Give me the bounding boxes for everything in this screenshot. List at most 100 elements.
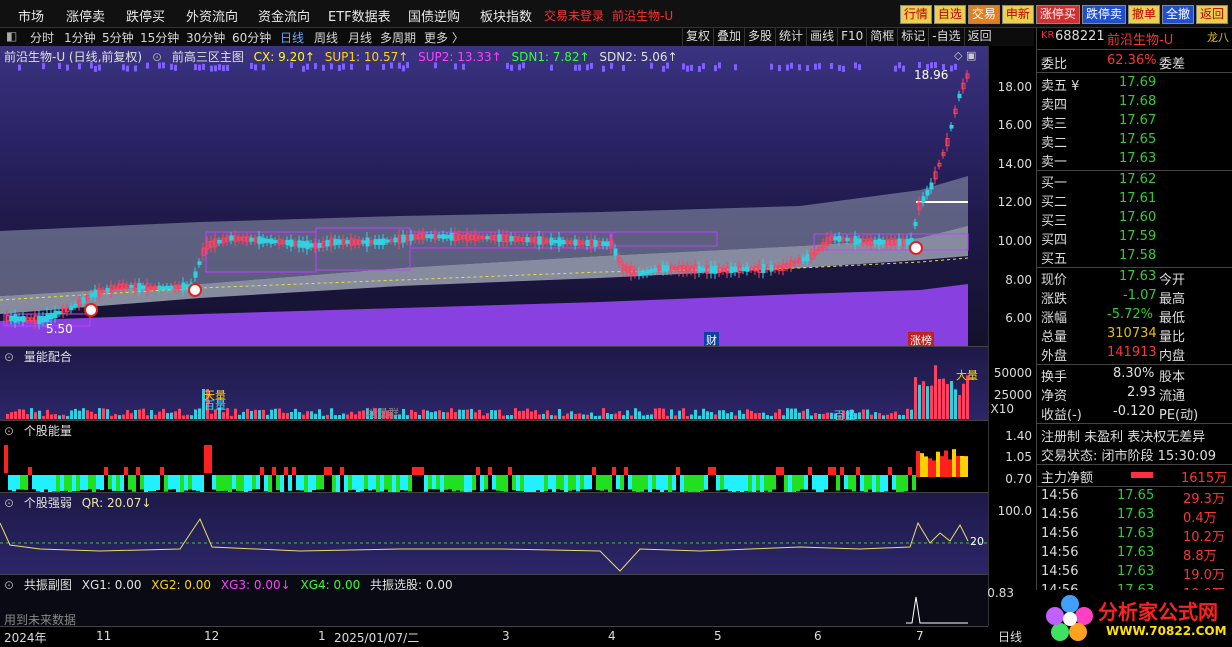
menu-market[interactable]: 市场	[18, 6, 44, 25]
volume-bar	[114, 414, 117, 419]
weicha-label: 委差	[1159, 57, 1186, 72]
menu-capital-flow[interactable]: 资金流向	[258, 6, 310, 25]
tool-adjust[interactable]: 复权	[682, 28, 713, 46]
energy-bar	[644, 475, 648, 490]
volume-bar	[478, 409, 481, 419]
volume-mark-bailiang-2: 百量	[834, 409, 856, 420]
indicator-toggle-icon[interactable]: ⊙	[152, 50, 162, 64]
energy-toggle-icon[interactable]: ⊙	[4, 424, 14, 438]
bid3-price[interactable]: 17.60	[1119, 210, 1156, 225]
btn-limit-down-sell[interactable]: 跌停卖	[1081, 5, 1126, 24]
ask1-price[interactable]: 17.63	[1119, 151, 1156, 166]
stat-price-label: 现价	[1041, 273, 1068, 288]
period-label[interactable]: 日线	[998, 628, 1022, 645]
strip-mark	[174, 64, 177, 71]
tool-remove-watch[interactable]: -自选	[928, 28, 963, 46]
menu-repo[interactable]: 国债逆购	[408, 6, 460, 25]
menu-etf-table[interactable]: ETF数据表	[328, 6, 391, 25]
tool-overlay[interactable]: 叠加	[713, 28, 744, 46]
btn-ipo[interactable]: 申新	[1001, 5, 1034, 24]
tf-more[interactable]: 更多 〉	[424, 29, 464, 46]
menu-foreign-flow[interactable]: 外资流向	[186, 6, 238, 25]
y-axis: 18.00 16.00 14.00 12.00 10.00 8.00 6.00 …	[987, 46, 1036, 626]
stat-pct-value: -5.72%	[1107, 307, 1153, 322]
volume-bar	[770, 415, 773, 419]
tf-1min[interactable]: 1分钟	[64, 29, 96, 46]
tool-mark[interactable]: 标记	[897, 28, 928, 46]
event-zhangbang[interactable]: 涨榜	[908, 332, 934, 346]
energy-bar	[312, 475, 316, 491]
bid1-price[interactable]: 17.62	[1119, 172, 1156, 187]
bid2-price[interactable]: 17.61	[1119, 191, 1156, 206]
ask4-price[interactable]: 17.68	[1119, 94, 1156, 109]
candle-body	[425, 234, 430, 239]
strength-toggle-icon[interactable]: ⊙	[4, 496, 14, 510]
energy-bar	[924, 456, 928, 477]
tf-multi[interactable]: 多周期	[380, 29, 416, 46]
tool-f10[interactable]: F10	[837, 28, 866, 46]
resonance-toggle-icon[interactable]: ⊙	[4, 578, 14, 592]
ask5-price[interactable]: 17.69	[1119, 75, 1156, 90]
btn-back-top[interactable]: 返回	[1195, 5, 1228, 24]
bid3-label: 买三	[1041, 214, 1068, 229]
energy-bar	[396, 475, 400, 492]
tf-monthly[interactable]: 月线	[348, 29, 372, 46]
candle-body	[93, 289, 98, 298]
bid5-price[interactable]: 17.58	[1119, 248, 1156, 263]
strength-param-qr: QR: 20.07↓	[81, 496, 152, 510]
tf-daily[interactable]: 日线	[280, 29, 304, 46]
bid4-price[interactable]: 17.59	[1119, 229, 1156, 244]
stock-energy-panel[interactable]: ⊙ 个股能量	[0, 420, 988, 492]
energy-bar	[368, 475, 372, 491]
tf-30min[interactable]: 30分钟	[186, 29, 225, 46]
tick-time: 14:56	[1041, 564, 1079, 579]
panel-toggle-icon[interactable]: ◧	[6, 29, 17, 43]
volume-bar	[18, 409, 21, 419]
btn-limit-up-buy[interactable]: 涨停买	[1035, 5, 1080, 24]
volume-mark-bailiang: 百量	[204, 399, 226, 412]
energy-bar	[632, 475, 636, 492]
volume-bar	[162, 408, 165, 419]
volume-toggle-icon[interactable]: ⊙	[4, 350, 14, 364]
stock-strength-panel[interactable]: ⊙ 个股强弱 QR: 20.07↓ 20	[0, 492, 988, 574]
main-net-label[interactable]: 主力净额	[1041, 467, 1093, 486]
btn-trade[interactable]: 交易	[967, 5, 1000, 24]
tf-5min[interactable]: 5分钟	[102, 29, 134, 46]
candle-body	[665, 265, 670, 272]
expand-icon[interactable]: ◇ ▣	[954, 49, 976, 62]
tool-simple-frame[interactable]: 简框	[866, 28, 897, 46]
energy-bar	[904, 475, 908, 492]
y-tick-8: 8.00	[1005, 273, 1032, 287]
btn-cancel[interactable]: 撤单	[1127, 5, 1160, 24]
ask2-price[interactable]: 17.65	[1119, 132, 1156, 147]
resonance-panel[interactable]: ⊙ 共振副图 XG1: 0.00 XG2: 0.00 XG3: 0.00↓ XG…	[0, 574, 988, 626]
menu-sector-index[interactable]: 板块指数	[480, 6, 532, 25]
tf-weekly[interactable]: 周线	[314, 29, 338, 46]
energy-bar	[680, 475, 684, 492]
event-cai[interactable]: 财	[704, 332, 719, 346]
energy-bar	[420, 467, 424, 475]
tf-15min[interactable]: 15分钟	[140, 29, 179, 46]
login-alert[interactable]: 交易未登录	[544, 7, 604, 24]
indicator-name[interactable]: 前高三区主图	[172, 50, 244, 64]
volume-bar	[54, 414, 57, 419]
volume-panel[interactable]: ⊙ 量能配合 天量 百量 地量群 百量 大量	[0, 346, 988, 420]
tool-back[interactable]: 返回	[963, 28, 995, 46]
x-label-12: 12	[204, 629, 220, 643]
volume-bar	[350, 411, 353, 419]
ask3-price[interactable]: 17.67	[1119, 113, 1156, 128]
btn-watchlist[interactable]: 自选	[933, 5, 966, 24]
tf-60min[interactable]: 60分钟	[232, 29, 271, 46]
tf-intraday[interactable]: 分时	[30, 29, 54, 46]
tool-multi-stock[interactable]: 多股	[744, 28, 775, 46]
tool-stats[interactable]: 统计	[775, 28, 806, 46]
main-kline-chart[interactable]: 前沿生物-U (日线,前复权) ⊙ 前高三区主图 CX: 9.20↑ SUP1:…	[0, 46, 988, 346]
btn-quote[interactable]: 行情	[899, 5, 932, 24]
btn-cancel-all[interactable]: 全撤	[1161, 5, 1194, 24]
menu-limit-down-buy[interactable]: 跌停买	[126, 6, 165, 25]
tool-draw[interactable]: 画线	[806, 28, 837, 46]
menu-limit-up-sell[interactable]: 涨停卖	[66, 6, 105, 25]
volume-bar	[118, 415, 121, 419]
volume-bar	[682, 408, 685, 419]
candle-body	[713, 265, 718, 274]
